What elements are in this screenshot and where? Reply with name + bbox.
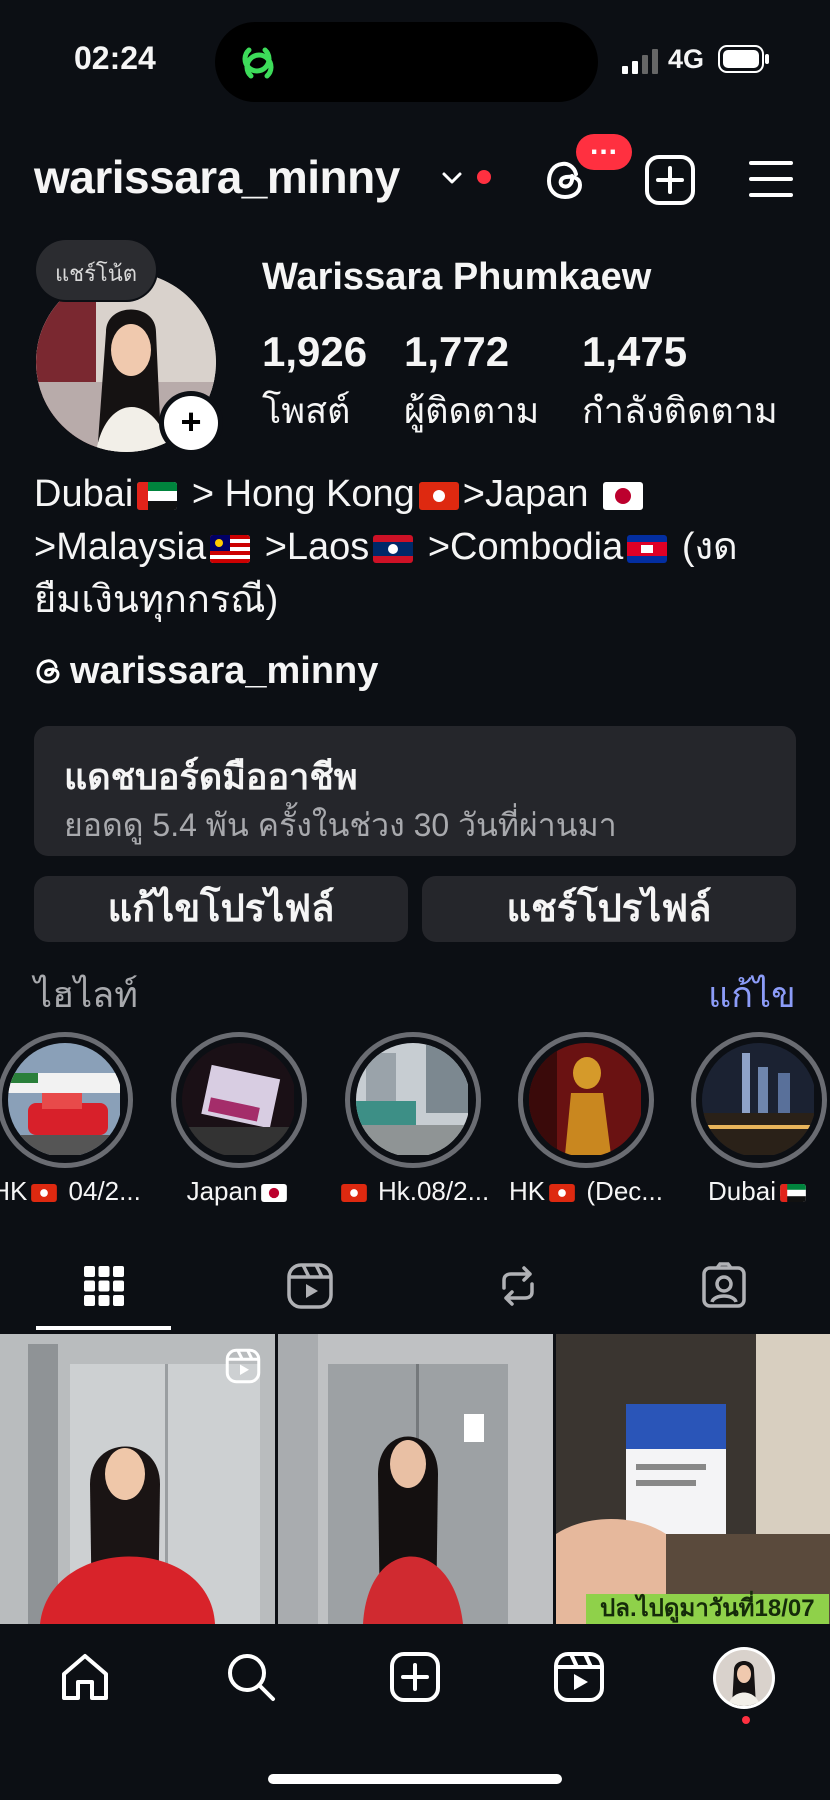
threads-notification-badge: ... <box>576 128 632 170</box>
bio-text: Dubai <box>34 473 134 515</box>
japan-flag-icon <box>603 481 644 510</box>
bio-text: (งด <box>671 526 738 568</box>
bio-text: ยืมเงินทุกกรณี) <box>34 579 279 621</box>
profile-notification-dot <box>742 1716 750 1724</box>
create-icon[interactable] <box>388 1650 442 1704</box>
hong-kong-flag-icon <box>418 481 459 510</box>
highlight-caption: HK (Dec... <box>506 1176 666 1207</box>
threads-profile-link[interactable]: warissara_minny <box>34 650 378 693</box>
bio-text: > Hong Kong <box>181 473 415 515</box>
uae-flag-icon <box>780 1184 806 1203</box>
note-label: แชร์โน้ต <box>54 261 138 286</box>
share-note-bubble[interactable]: แชร์โน้ต <box>36 240 156 300</box>
highlight-caption: HK 04/2... <box>0 1176 146 1207</box>
post-thumbnail[interactable]: ปล.ไปดูมาวันที่18/07 <box>556 1334 830 1624</box>
highlight-item[interactable] <box>691 1032 827 1168</box>
dashboard-subtitle: ยอดดู 5.4 พัน ครั้งในช่วง 30 วันที่ผ่านม… <box>64 807 617 843</box>
reels-icon[interactable] <box>286 1262 334 1310</box>
dynamic-island <box>215 22 598 102</box>
post-caption-overlay: ปล.ไปดูมาวันที่18/07 <box>586 1594 829 1624</box>
highlight-cover <box>356 1043 468 1155</box>
avatar-photo <box>716 1650 772 1706</box>
malaysia-flag-icon <box>210 534 251 563</box>
highlight-caption-text: Dubai <box>708 1176 776 1206</box>
add-post-icon[interactable] <box>644 154 696 206</box>
highlight-caption-text: HK <box>0 1176 28 1206</box>
highlight-cover <box>702 1043 814 1155</box>
profile-avatar[interactable] <box>716 1650 772 1706</box>
laos-flag-icon <box>373 534 414 563</box>
profile-bio: Dubai > Hong Kong >Japan >Malaysia >Laos … <box>34 468 804 627</box>
dashboard-title: แดชบอร์ดมืออาชีพ <box>64 756 358 797</box>
highlight-caption-text: Japan <box>186 1176 258 1206</box>
bio-text: >Laos <box>254 526 370 568</box>
following-label[interactable]: กำลังติดตาม <box>582 382 778 439</box>
posts-label[interactable]: โพสต์ <box>262 382 350 439</box>
menu-icon[interactable] <box>748 158 794 200</box>
highlight-cover <box>182 1043 294 1155</box>
highlight-caption-text: Hk.08/2... <box>370 1176 490 1206</box>
reels-icon[interactable] <box>552 1650 606 1704</box>
post-image <box>556 1334 830 1624</box>
posts-count[interactable]: 1,926 <box>262 328 367 376</box>
post-image <box>278 1334 553 1624</box>
chevron-down-icon[interactable] <box>440 166 464 190</box>
highlight-caption-text: (Dec... <box>579 1176 663 1206</box>
japan-flag-icon <box>261 1184 288 1203</box>
cambodia-flag-icon <box>627 534 668 563</box>
status-time: 02:24 <box>74 40 156 76</box>
professional-dashboard-card[interactable]: แดชบอร์ดมืออาชีพ ยอดดู 5.4 พัน ครั้งในช่… <box>34 726 796 856</box>
profile-full-name: Warissara Phumkaew <box>262 256 652 298</box>
following-count[interactable]: 1,475 <box>582 328 687 376</box>
home-icon[interactable] <box>58 1650 112 1704</box>
bio-text: >Japan <box>462 473 600 515</box>
battery-icon <box>718 45 769 73</box>
highlight-caption-text: HK <box>509 1176 546 1206</box>
post-thumbnail[interactable] <box>278 1334 553 1624</box>
highlight-caption: Dubai <box>679 1176 830 1207</box>
reposts-icon[interactable] <box>494 1262 542 1310</box>
network-type: 4G <box>668 44 705 74</box>
profile-username[interactable]: warissara_minny <box>34 150 400 204</box>
highlight-item[interactable] <box>171 1032 307 1168</box>
bio-text: >Malaysia <box>34 526 207 568</box>
edit-profile-button[interactable]: แก้ไขโปรไฟล์ <box>34 876 408 942</box>
post-thumbnail[interactable] <box>0 1334 275 1624</box>
highlights-edit-link[interactable]: แก้ไข <box>708 966 796 1023</box>
hong-kong-flag-icon <box>549 1184 576 1203</box>
highlight-caption-text: 04/2... <box>61 1176 141 1206</box>
uae-flag-icon <box>137 481 178 510</box>
highlight-item[interactable] <box>0 1032 133 1168</box>
threads-handle: warissara_minny <box>70 650 379 692</box>
grid-icon[interactable] <box>80 1262 128 1310</box>
highlight-caption: Japan <box>159 1176 319 1207</box>
followers-count[interactable]: 1,772 <box>404 328 509 376</box>
account-notification-dot <box>477 170 491 184</box>
highlight-item[interactable] <box>518 1032 654 1168</box>
followers-label[interactable]: ผู้ติดตาม <box>404 382 539 439</box>
hong-kong-flag-icon <box>31 1184 58 1203</box>
highlight-cover <box>529 1043 641 1155</box>
tagged-icon[interactable] <box>700 1262 748 1310</box>
highlights-heading: ไฮไลท์ <box>34 974 138 1015</box>
bio-text: >Combodia <box>417 526 624 568</box>
highlight-cover <box>8 1043 120 1155</box>
threads-live-activity-icon <box>242 47 274 79</box>
hong-kong-flag-icon <box>340 1184 367 1203</box>
share-profile-button[interactable]: แชร์โปรไฟล์ <box>422 876 796 942</box>
active-tab-indicator <box>36 1326 171 1330</box>
home-indicator[interactable] <box>268 1774 562 1784</box>
threads-icon <box>36 659 60 684</box>
search-icon[interactable] <box>224 1650 278 1704</box>
cell-signal-icon <box>622 49 658 74</box>
highlight-caption: Hk.08/2... <box>333 1176 493 1207</box>
highlight-item[interactable] <box>345 1032 481 1168</box>
reels-icon <box>225 1348 261 1384</box>
add-story-button[interactable]: + <box>164 396 218 450</box>
